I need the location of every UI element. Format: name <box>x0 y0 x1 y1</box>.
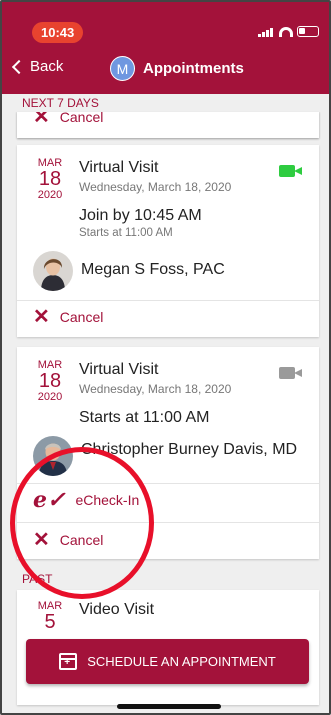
visit-title: Virtual Visit <box>79 361 159 378</box>
status-bar: 10:43 <box>2 2 329 44</box>
divider <box>17 483 319 484</box>
date-year: 2020 <box>37 189 63 201</box>
divider <box>17 522 319 523</box>
date-box: MAR 5 <box>33 600 67 632</box>
appointment-card-partial-visible: ✕ Cancel <box>17 112 319 138</box>
start-time: Starts at 11:00 AM <box>79 409 210 426</box>
page-title: Appointments <box>143 60 244 77</box>
visit-date: Wednesday, March 18, 2020 <box>79 382 232 396</box>
date-day: 18 <box>38 370 62 392</box>
date-year: 2020 <box>37 391 63 403</box>
visit-title: Virtual Visit <box>79 159 159 176</box>
schedule-appointment-button[interactable]: SCHEDULE AN APPOINTMENT <box>26 639 309 684</box>
divider <box>17 300 319 301</box>
calendar-add-icon <box>59 653 78 670</box>
cancel-label: Cancel <box>59 532 104 548</box>
provider-name: Megan S Foss, PAC <box>81 261 225 278</box>
visit-date: Wednesday, March 18, 2020 <box>79 180 232 194</box>
schedule-button-label: SCHEDULE AN APPOINTMENT <box>87 654 276 669</box>
section-header-past: PAST <box>22 572 53 586</box>
video-camera-icon <box>279 366 303 380</box>
close-icon: ✕ <box>33 112 50 128</box>
system-icons <box>258 26 319 37</box>
chevron-left-icon <box>11 59 27 74</box>
date-day: 5 <box>44 611 56 633</box>
close-icon: ✕ <box>33 529 50 551</box>
cancel-button[interactable]: ✕ Cancel <box>33 306 104 328</box>
home-indicator[interactable] <box>117 704 221 709</box>
date-box: MAR 18 2020 <box>33 157 67 201</box>
join-time: Join by 10:45 AM <box>79 207 202 224</box>
cancel-label: Cancel <box>59 309 104 325</box>
back-label: Back <box>30 58 64 75</box>
echeckin-label: eCheck-In <box>75 492 140 508</box>
provider-avatar <box>33 251 73 291</box>
cancel-button[interactable]: ✕ Cancel <box>33 529 104 551</box>
avatar[interactable]: M <box>110 56 135 81</box>
status-time: 10:43 <box>32 22 84 43</box>
section-header-next-7-days-overlay: NEXT 7 DAYS <box>22 96 99 110</box>
echeckin-icon: e✓ <box>33 487 66 513</box>
start-time: Starts at 11:00 AM <box>79 227 173 239</box>
cancel-button[interactable]: ✕ Cancel <box>33 112 104 128</box>
signal-icon <box>258 28 273 37</box>
page-title-group: M Appointments <box>110 56 244 81</box>
battery-icon <box>297 26 319 37</box>
video-camera-icon[interactable] <box>279 164 303 178</box>
phone-screen: 10:43 Back M Appointments NEXT 7 DAYS ✕ … <box>0 0 331 715</box>
provider-name: Christopher Burney Davis, MD <box>81 441 298 458</box>
close-icon: ✕ <box>33 306 50 328</box>
navigation-bar: Back M Appointments <box>2 44 329 94</box>
date-box: MAR 18 2020 <box>33 359 67 403</box>
cancel-label: Cancel <box>59 112 104 125</box>
date-day: 18 <box>38 168 62 190</box>
back-button[interactable]: Back <box>11 58 64 75</box>
provider-avatar <box>33 436 73 476</box>
visit-title: Video Visit <box>79 601 155 618</box>
echeckin-button[interactable]: e✓ eCheck-In <box>33 489 139 511</box>
appointment-card[interactable]: MAR 18 2020 Virtual Visit Wednesday, Mar… <box>17 347 319 559</box>
wifi-icon <box>279 27 293 37</box>
appointment-card[interactable]: MAR 18 2020 Virtual Visit Wednesday, Mar… <box>17 145 319 337</box>
